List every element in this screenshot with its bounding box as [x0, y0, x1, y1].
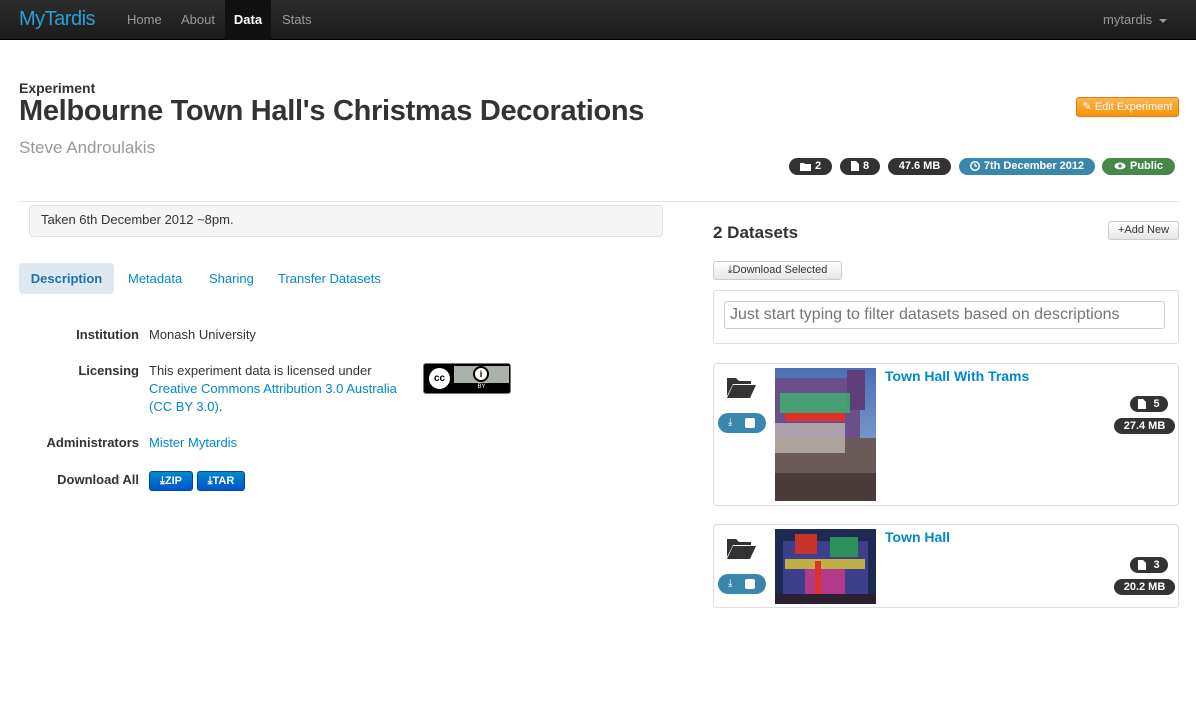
download-icon: ⤓: [728, 417, 733, 428]
dataset-card[interactable]: ⤓ Town Hall With Trams 5 27.4 MB: [713, 363, 1179, 506]
visibility-value: Public: [1129, 160, 1163, 172]
file-icon: [1138, 560, 1147, 571]
tar-label: TAR: [212, 475, 235, 487]
experiment-title: Melbourne Town Hall's Christmas Decorati…: [19, 95, 645, 127]
download-zip-button[interactable]: ⤓ZIP: [149, 471, 193, 491]
dataset-thumbnail[interactable]: [775, 368, 876, 501]
download-selected-button[interactable]: ⤓Download Selected: [713, 261, 842, 280]
download-icon: ⤓: [728, 578, 733, 589]
edit-experiment-button[interactable]: ✎ Edit Experiment: [1076, 97, 1179, 117]
files-count-badge: 8: [840, 158, 880, 175]
attribution-icon: i: [473, 366, 489, 382]
institution-label: Institution: [76, 327, 139, 342]
license-tail: .: [218, 399, 223, 414]
brand-logo[interactable]: MyTardis: [19, 8, 96, 31]
download-all-label: Download All: [57, 472, 139, 487]
clock-icon: [969, 161, 980, 172]
eye-icon: [1114, 162, 1126, 170]
file-icon: [850, 161, 859, 172]
download-selected-label: Download Selected: [732, 264, 828, 276]
tab-description[interactable]: Description: [19, 263, 114, 294]
dataset-download-toggle[interactable]: ⤓: [718, 413, 766, 433]
download-tar-button[interactable]: ⤓TAR: [197, 471, 245, 491]
tab-transfer-datasets[interactable]: Transfer Datasets: [278, 263, 381, 294]
nav-stats[interactable]: Stats: [282, 0, 312, 40]
datasets-count: 2: [814, 160, 822, 172]
dataset-name-link[interactable]: Town Hall With Trams: [885, 368, 1029, 384]
licensing-value: This experiment data is licensed under C…: [149, 362, 414, 416]
divider: [19, 201, 1179, 202]
add-new-dataset-button[interactable]: +Add New: [1108, 221, 1179, 240]
tab-sharing[interactable]: Sharing: [209, 263, 254, 294]
file-icon: [1138, 399, 1147, 410]
tab-metadata[interactable]: Metadata: [128, 263, 182, 294]
administrators-value: Mister Mytardis: [149, 434, 237, 452]
select-checkbox[interactable]: [745, 579, 755, 589]
folder-icon: [799, 162, 811, 171]
license-link[interactable]: Creative Commons Attribution 3.0 Austral…: [149, 381, 397, 396]
user-menu[interactable]: mytardis: [1103, 0, 1168, 40]
date-badge: 7th December 2012: [959, 158, 1095, 175]
experiment-author: Steve Androulakis: [19, 138, 156, 157]
licensing-label: Licensing: [78, 363, 139, 378]
administrators-label: Administrators: [46, 435, 139, 450]
experiment-label: Experiment: [19, 80, 96, 96]
size-value: 47.6 MB: [898, 160, 941, 172]
licensing-text: This experiment data is licensed under: [149, 363, 372, 378]
cc-by-license-badge[interactable]: cc i BY: [423, 363, 511, 394]
folder-open-icon: [727, 539, 756, 559]
navbar: MyTardis Home About Data Stats mytardis: [0, 0, 1196, 40]
visibility-badge: Public: [1102, 158, 1175, 175]
select-checkbox[interactable]: [745, 418, 755, 428]
user-name: mytardis: [1103, 12, 1153, 27]
dataset-size-badge: 27.4 MB: [1114, 418, 1175, 434]
license-short-link[interactable]: (CC BY 3.0): [149, 399, 219, 414]
pencil-icon: ✎: [1082, 101, 1092, 113]
nav-home[interactable]: Home: [127, 0, 162, 40]
files-count: 8: [862, 160, 870, 172]
experiment-description: Taken 6th December 2012 ~8pm.: [29, 205, 663, 237]
zip-label: ZIP: [164, 475, 182, 487]
datasets-count-badge: 2: [789, 158, 832, 175]
dataset-thumbnail[interactable]: [775, 529, 876, 604]
dataset-card[interactable]: ⤓ Town Hall 3 20.2 MB: [713, 524, 1179, 608]
filter-container: [713, 290, 1179, 344]
dataset-files-count: 3: [1153, 559, 1160, 571]
admin-link[interactable]: Mister Mytardis: [149, 435, 237, 450]
folder-open-icon: [727, 378, 756, 398]
datasets-heading: 2 Datasets: [713, 223, 799, 242]
dataset-name-link[interactable]: Town Hall: [885, 529, 950, 545]
dataset-files-count: 5: [1153, 398, 1160, 410]
dataset-filter-input[interactable]: [724, 301, 1165, 329]
dataset-files-badge: 3: [1130, 557, 1168, 573]
size-badge: 47.6 MB: [888, 158, 951, 175]
institution-value: Monash University: [149, 327, 256, 342]
cc-by-label: BY: [454, 383, 509, 392]
add-new-label: Add New: [1124, 224, 1170, 236]
date-value: 7th December 2012: [983, 160, 1085, 172]
cc-icon: cc: [427, 366, 452, 391]
nav-data[interactable]: Data: [225, 0, 271, 40]
dataset-download-toggle[interactable]: ⤓: [718, 574, 766, 594]
edit-experiment-label: Edit Experiment: [1094, 101, 1173, 113]
dataset-size-badge: 20.2 MB: [1114, 579, 1175, 595]
dataset-files-badge: 5: [1130, 396, 1168, 412]
nav-about[interactable]: About: [181, 0, 215, 40]
caret-down-icon: [1159, 18, 1168, 23]
